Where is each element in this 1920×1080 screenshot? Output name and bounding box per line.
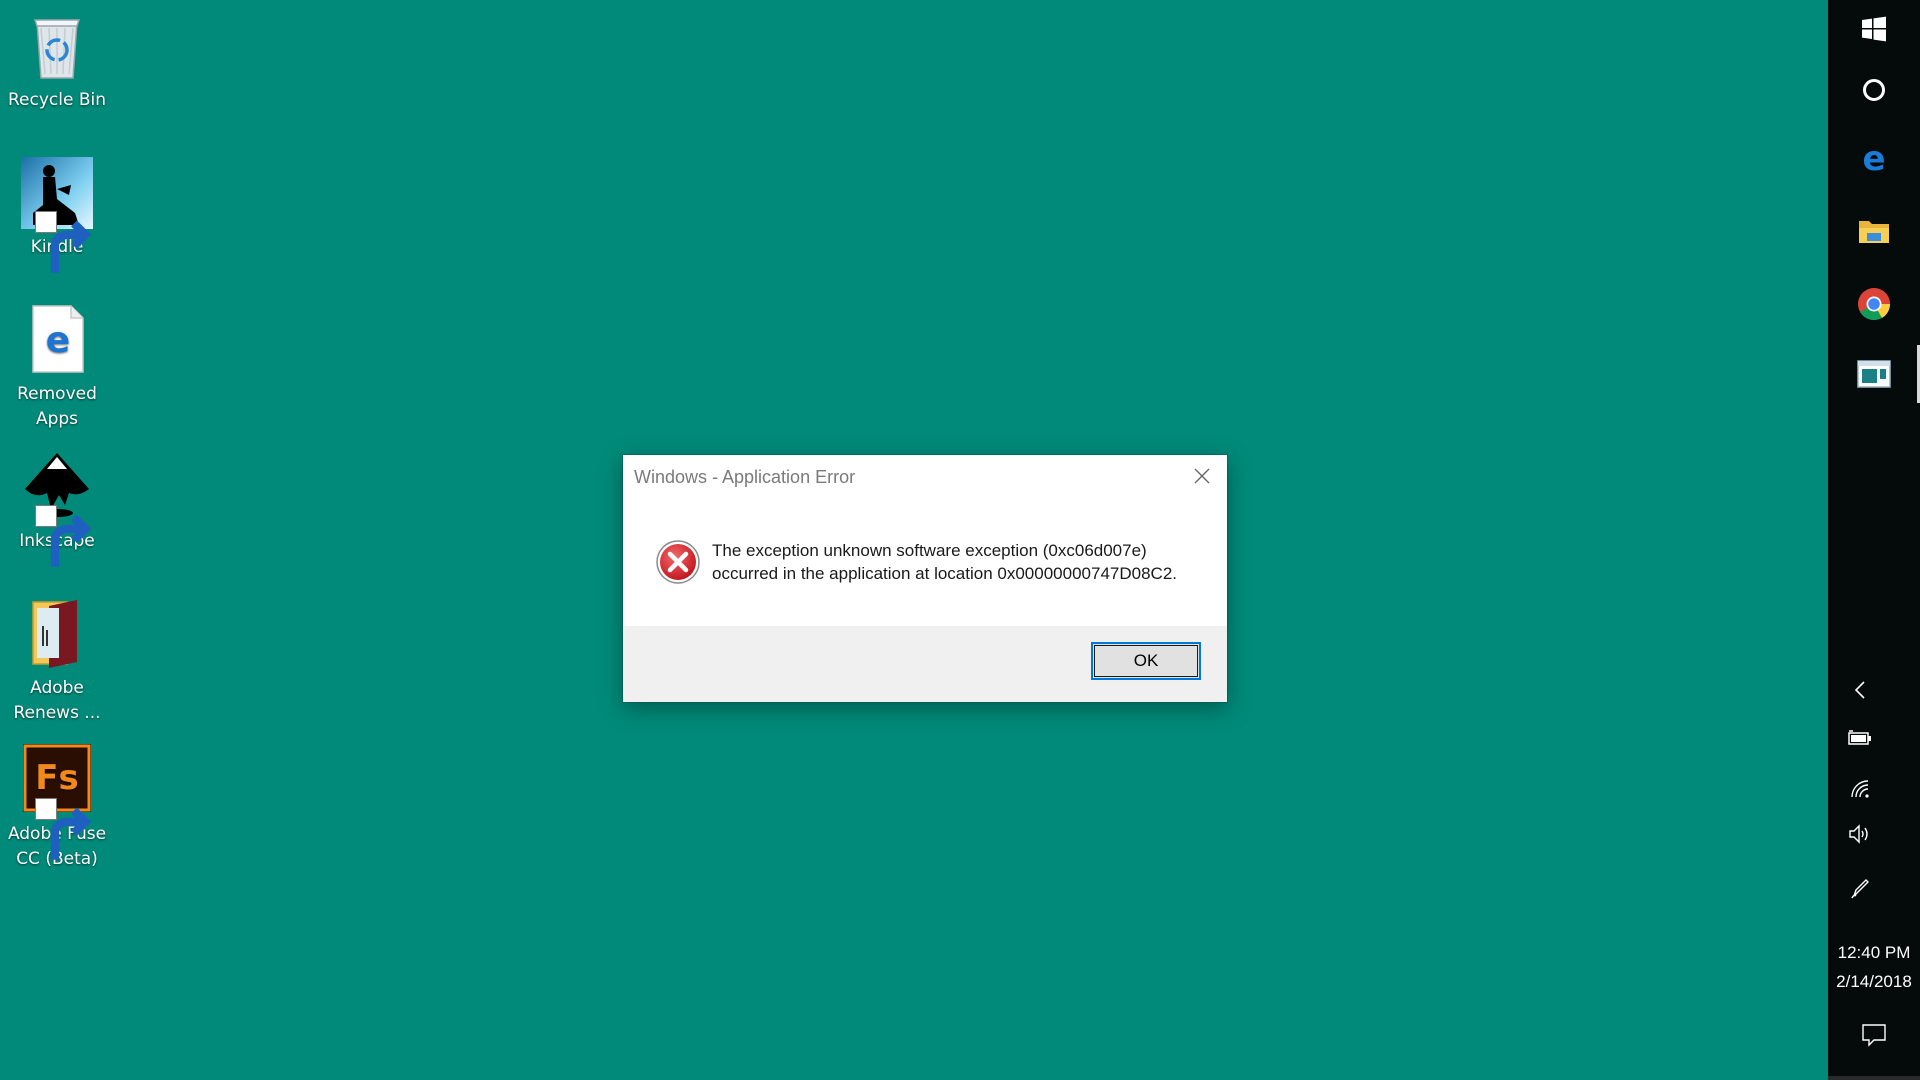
recycle-bin-icon	[19, 8, 95, 84]
taskbar-app-window-button[interactable]	[1828, 345, 1920, 403]
ok-button[interactable]: OK	[1091, 642, 1201, 680]
taskbar-file-explorer-button[interactable]	[1828, 202, 1920, 260]
desktop-icon-label: Removed Apps	[17, 384, 97, 429]
error-message: The exception unknown software exception…	[712, 539, 1212, 585]
kindle-icon	[19, 155, 95, 273]
volume-icon	[1849, 824, 1868, 844]
desktop-icon-label: Adobe Renews ...	[13, 678, 101, 723]
desktop-icon-removed-apps[interactable]: e Removed Apps	[4, 302, 110, 432]
file-explorer-icon	[1859, 221, 1889, 243]
taskbar: e 12:40 PM 2/14/2018	[1828, 0, 1920, 1080]
error-message-line: occurred in the application at location …	[712, 564, 1177, 583]
wifi-icon	[1851, 780, 1869, 798]
dialog-footer: OK	[623, 626, 1227, 702]
desktop-icon-recycle-bin[interactable]: Recycle Bin	[4, 8, 110, 113]
error-icon	[655, 539, 701, 585]
error-message-line: The exception unknown software exception…	[712, 541, 1147, 560]
shortcut-arrow-icon	[35, 211, 92, 273]
chrome-icon	[1858, 288, 1890, 321]
svg-text:Fs: Fs	[35, 758, 78, 798]
dialog-title: Windows - Application Error	[634, 467, 856, 487]
volume-button[interactable]	[1828, 812, 1892, 856]
battery-icon	[1848, 730, 1871, 745]
network-button[interactable]	[1828, 766, 1892, 810]
desktop-icon-inkscape[interactable]: Inkscape	[4, 449, 110, 567]
app-window-icon	[1857, 360, 1891, 388]
taskbar-edge-line	[1828, 1076, 1920, 1080]
adobe-fuse-icon: Fs	[19, 742, 95, 860]
windows-ink-button[interactable]	[1828, 866, 1892, 910]
battery-button[interactable]	[1828, 716, 1892, 760]
desktop: Recycle Bin Kindle e Removed Apps Inksca…	[0, 0, 1828, 1080]
start-button[interactable]	[1828, 0, 1920, 58]
edge-document-icon: e	[19, 302, 95, 378]
clock-date: 2/14/2018	[1836, 972, 1912, 991]
dialog-close-button[interactable]	[1177, 455, 1227, 497]
action-center-icon	[1862, 1024, 1886, 1047]
edge-icon: e	[1862, 142, 1885, 176]
show-hidden-icons-button[interactable]	[1828, 668, 1892, 712]
action-center-button[interactable]	[1828, 1010, 1920, 1060]
desktop-icon-adobe-renews[interactable]: Adobe Renews ...	[4, 596, 110, 726]
error-dialog: Windows - Application Error The exceptio…	[623, 455, 1227, 702]
windows-start-icon	[1862, 16, 1886, 42]
taskbar-clock[interactable]: 12:40 PM 2/14/2018	[1828, 938, 1920, 996]
svg-text:e: e	[46, 320, 70, 361]
shortcut-arrow-icon	[35, 505, 92, 567]
desktop-icon-adobe-fuse[interactable]: Fs Adobe Fuse CC (Beta)	[4, 742, 110, 872]
close-icon	[1194, 468, 1210, 484]
desktop-icon-label: Recycle Bin	[7, 90, 106, 110]
taskbar-chrome-button[interactable]	[1828, 275, 1920, 333]
shortcut-arrow-icon	[35, 798, 92, 860]
folder-icon	[19, 596, 95, 672]
svg-text:e: e	[1862, 142, 1885, 176]
chevron-left-icon	[1854, 681, 1865, 699]
taskbar-edge-button[interactable]: e	[1828, 130, 1920, 188]
clock-time: 12:40 PM	[1837, 943, 1911, 962]
pen-icon	[1851, 879, 1869, 899]
cortana-button[interactable]	[1828, 61, 1920, 119]
inkscape-icon	[19, 449, 95, 567]
cortana-circle-icon	[1863, 79, 1885, 101]
desktop-icon-kindle[interactable]: Kindle	[4, 155, 110, 273]
